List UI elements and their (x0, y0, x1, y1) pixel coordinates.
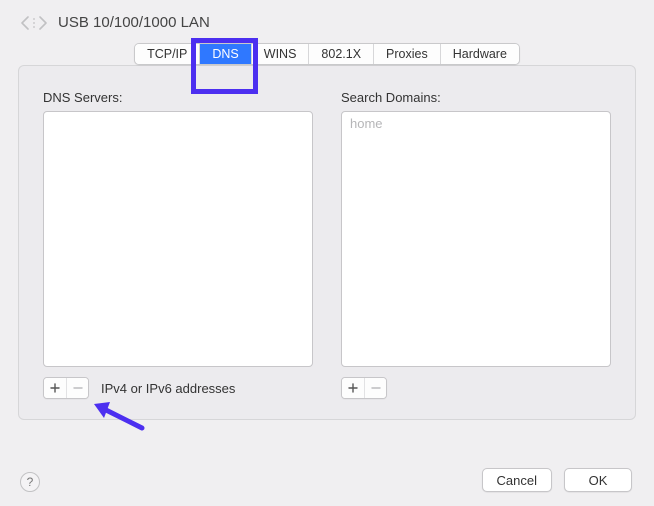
tab-dns[interactable]: DNS (200, 44, 251, 64)
footer-buttons: Cancel OK (482, 468, 632, 492)
remove-search-domain-button[interactable] (364, 378, 386, 398)
dns-address-hint: IPv4 or IPv6 addresses (101, 381, 235, 396)
dns-servers-add-remove (43, 377, 89, 399)
tab-tcpip[interactable]: TCP/IP (135, 44, 200, 64)
dns-servers-column: DNS Servers: IPv4 or IPv6 addresses (43, 90, 313, 399)
ok-button[interactable]: OK (564, 468, 632, 492)
tab-proxies[interactable]: Proxies (374, 44, 441, 64)
header-bar: USB 10/100/1000 LAN (0, 0, 654, 39)
search-domains-column: Search Domains: home (341, 90, 611, 399)
search-domains-add-remove (341, 377, 387, 399)
dns-servers-list[interactable] (43, 111, 313, 367)
help-button[interactable]: ? (20, 472, 40, 492)
tab-bar: TCP/IP DNS WINS 802.1X Proxies Hardware (0, 43, 654, 65)
dns-panel: DNS Servers: IPv4 or IPv6 addresses Sear… (18, 65, 636, 420)
search-domains-placeholder: home (350, 116, 383, 131)
dns-servers-label: DNS Servers: (43, 90, 313, 105)
search-domains-list[interactable]: home (341, 111, 611, 367)
search-domains-label: Search Domains: (341, 90, 611, 105)
help-icon: ? (27, 475, 34, 489)
remove-dns-server-button[interactable] (66, 378, 88, 398)
add-dns-server-button[interactable] (44, 378, 66, 398)
tab-wins[interactable]: WINS (252, 44, 310, 64)
cancel-button[interactable]: Cancel (482, 468, 552, 492)
back-forward-icon[interactable] (20, 15, 48, 31)
tab-hardware[interactable]: Hardware (441, 44, 519, 64)
tab-8021x[interactable]: 802.1X (309, 44, 374, 64)
add-search-domain-button[interactable] (342, 378, 364, 398)
page-title: USB 10/100/1000 LAN (58, 14, 210, 31)
